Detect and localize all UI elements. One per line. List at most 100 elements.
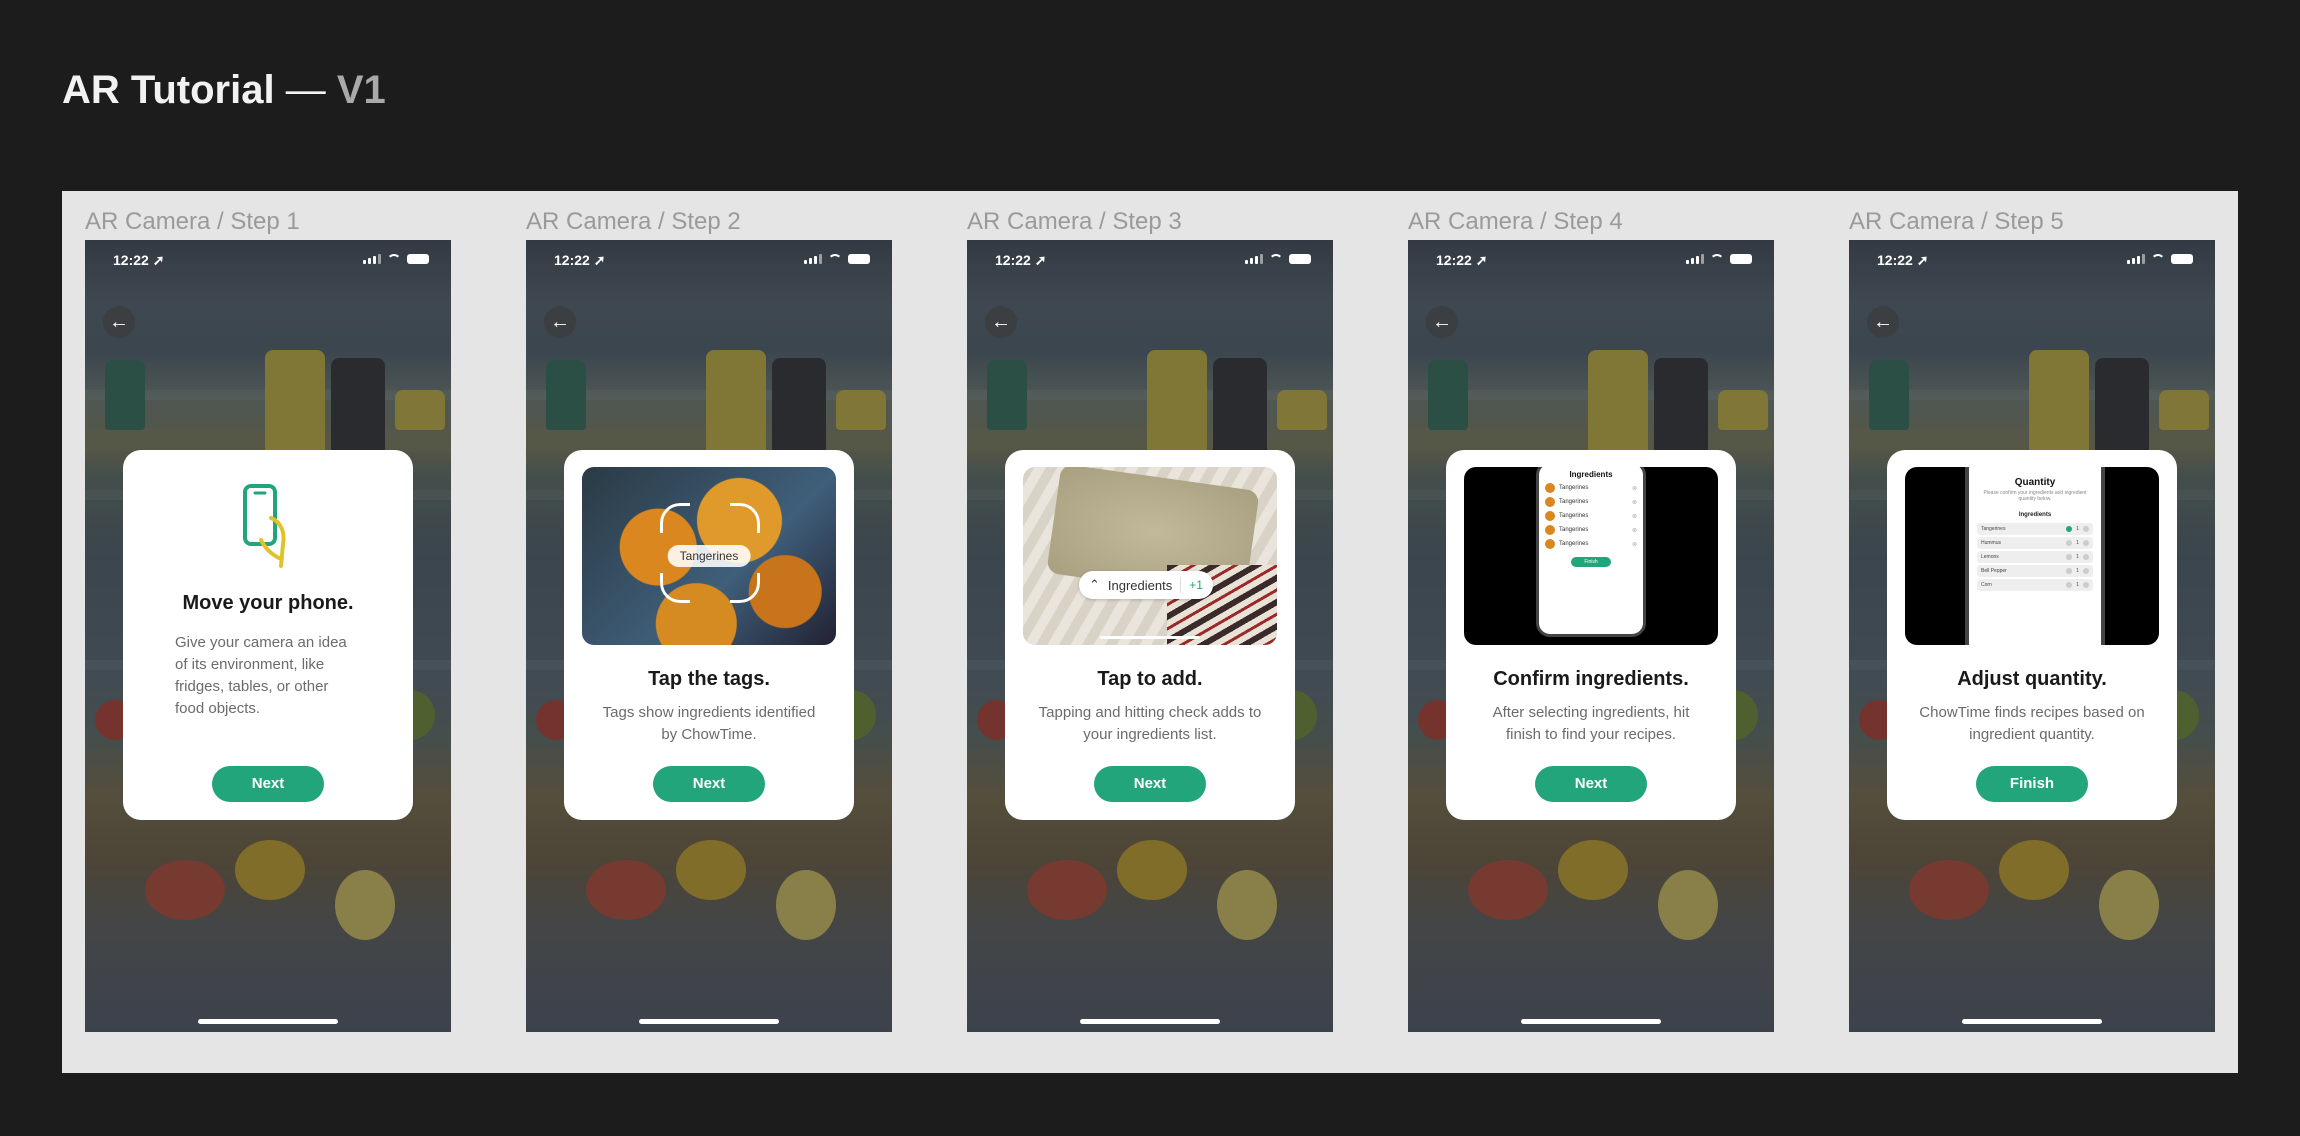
- mini-list-item: Lemons 1: [1977, 551, 2093, 563]
- back-button[interactable]: ←: [985, 306, 1017, 338]
- mini-list-item: Hummus 1: [1977, 537, 2093, 549]
- phone-screen: 12:22 ➚ ← Tangerines Tap the tags. Tags …: [526, 240, 892, 1032]
- mini-section: Ingredients: [2018, 512, 2052, 518]
- card-body: Tapping and hitting check adds to your i…: [1038, 704, 1262, 743]
- status-time: 12:22 ➚: [113, 252, 165, 268]
- page-title-text: AR Tutorial: [62, 68, 275, 112]
- confirm-preview: Ingredients Tangerines ⊗ Tangerines ⊗ Tangeri…: [1464, 467, 1718, 645]
- signal-icon: [363, 254, 381, 264]
- next-button[interactable]: Next: [653, 766, 765, 802]
- home-indicator: [1080, 1019, 1220, 1024]
- page-title-dash: —: [285, 68, 326, 112]
- mini-list-item: Tangerines ⊗: [1539, 523, 1643, 537]
- pill-count: +1: [1189, 578, 1203, 592]
- ingredients-pill[interactable]: ⌃ Ingredients +1: [1079, 571, 1213, 599]
- card-body: After selecting ingredients, hit finish …: [1492, 704, 1690, 743]
- frame-label[interactable]: AR Camera / Step 1: [85, 208, 300, 236]
- ingredients-image: ⌃ Ingredients +1: [1023, 467, 1277, 645]
- phone-screen: 12:22 ➚ ← ⌃ Ingredients +1 Tap to add. Tap…: [967, 240, 1333, 1032]
- back-button[interactable]: ←: [1867, 306, 1899, 338]
- home-indicator: [1962, 1019, 2102, 1024]
- back-button[interactable]: ←: [544, 306, 576, 338]
- battery-icon: [848, 254, 870, 264]
- frame-label[interactable]: AR Camera / Step 3: [967, 208, 1182, 236]
- wifi-icon: [1269, 254, 1283, 264]
- artboard: AR Camera / Step 1 12:22 ➚ ← Move your p…: [62, 191, 2238, 1073]
- tutorial-card: Ingredients Tangerines ⊗ Tangerines ⊗ Tangeri…: [1446, 450, 1736, 820]
- card-body: Tags show ingredients identified by Chow…: [602, 704, 816, 743]
- tutorial-card: ⌃ Ingredients +1 Tap to add. Tapping and h…: [1005, 450, 1295, 820]
- mini-title: Quantity: [2014, 477, 2056, 488]
- mini-list-item: Tangerines ⊗: [1539, 537, 1643, 551]
- wifi-icon: [387, 254, 401, 264]
- page-title: AR Tutorial — V1: [62, 68, 386, 113]
- page-title-version: V1: [336, 68, 386, 112]
- hand-phone-icon: [243, 484, 286, 568]
- finish-button[interactable]: Finish: [1976, 766, 2088, 802]
- card-title: Tap to add.: [1097, 668, 1203, 690]
- status-time: 12:22 ➚: [554, 252, 606, 268]
- status-time: 12:22 ➚: [1877, 252, 1929, 268]
- mini-list-item: Bell Pepper 1: [1977, 565, 2093, 577]
- phone-screen: 12:22 ➚ ← Ingredients Tangerines ⊗ Tangerin…: [1408, 240, 1774, 1032]
- status-bar: 12:22 ➚: [1849, 252, 2215, 272]
- status-bar: 12:22 ➚: [1408, 252, 1774, 272]
- quantity-preview: Quantity Please confirm your ingredients …: [1905, 467, 2159, 645]
- battery-icon: [407, 254, 429, 264]
- card-title: Confirm ingredients.: [1493, 668, 1689, 690]
- next-button[interactable]: Next: [1094, 766, 1206, 802]
- tutorial-card: Move your phone. Give your camera an ide…: [123, 450, 413, 820]
- status-bar: 12:22 ➚: [526, 252, 892, 272]
- arrow-left-icon: ←: [1873, 311, 1893, 333]
- arrow-left-icon: ←: [109, 311, 129, 333]
- mini-finish-button: Finish: [1571, 557, 1611, 567]
- status-bar: 12:22 ➚: [85, 252, 451, 272]
- mini-title: Ingredients: [1569, 470, 1613, 479]
- battery-icon: [1730, 254, 1752, 264]
- back-button[interactable]: ←: [1426, 306, 1458, 338]
- mini-list-item: Tangerines 1: [1977, 523, 2093, 535]
- tangerines-image: Tangerines: [582, 467, 836, 645]
- frame-label[interactable]: AR Camera / Step 5: [1849, 208, 2064, 236]
- mini-list-item: Tangerines ⊗: [1539, 495, 1643, 509]
- status-time: 12:22 ➚: [1436, 252, 1488, 268]
- card-title: Tap the tags.: [648, 668, 770, 690]
- next-button[interactable]: Next: [212, 766, 324, 802]
- next-button[interactable]: Next: [1535, 766, 1647, 802]
- battery-icon: [2171, 254, 2193, 264]
- arrow-left-icon: ←: [550, 311, 570, 333]
- wifi-icon: [2151, 254, 2165, 264]
- mini-list-item: Tangerines ⊗: [1539, 509, 1643, 523]
- home-indicator: [1521, 1019, 1661, 1024]
- frame-label[interactable]: AR Camera / Step 2: [526, 208, 741, 236]
- card-title: Adjust quantity.: [1957, 668, 2107, 690]
- wifi-icon: [1710, 254, 1724, 264]
- phone-screen: 12:22 ➚ ← Quantity Please confirm your in…: [1849, 240, 2215, 1032]
- pill-label: Ingredients: [1107, 577, 1173, 593]
- back-button[interactable]: ←: [103, 306, 135, 338]
- tutorial-card: Quantity Please confirm your ingredients …: [1887, 450, 2177, 820]
- frame-label[interactable]: AR Camera / Step 4: [1408, 208, 1623, 236]
- signal-icon: [2127, 254, 2145, 264]
- home-indicator: [198, 1019, 338, 1024]
- phone-screen: 12:22 ➚ ← Move your phone. Give your cam…: [85, 240, 451, 1032]
- mini-list-item: Corn 1: [1977, 579, 2093, 591]
- signal-icon: [1686, 254, 1704, 264]
- mini-subtitle: Please confirm your ingredients and ingr…: [1983, 490, 2087, 502]
- tutorial-card: Tangerines Tap the tags. Tags show ingre…: [564, 450, 854, 820]
- card-body: ChowTime finds recipes based on ingredie…: [1919, 704, 2145, 743]
- status-bar: 12:22 ➚: [967, 252, 1333, 272]
- home-indicator: [639, 1019, 779, 1024]
- arrow-left-icon: ←: [1432, 311, 1452, 333]
- signal-icon: [1245, 254, 1263, 264]
- mini-list-item: Tangerines ⊗: [1539, 481, 1643, 495]
- status-time: 12:22 ➚: [995, 252, 1047, 268]
- signal-icon: [804, 254, 822, 264]
- card-body: Give your camera an idea of its environm…: [175, 634, 347, 717]
- wifi-icon: [828, 254, 842, 264]
- battery-icon: [1289, 254, 1311, 264]
- ingredient-tag[interactable]: Tangerines: [667, 545, 751, 567]
- card-title: Move your phone.: [182, 592, 354, 614]
- arrow-left-icon: ←: [991, 311, 1011, 333]
- chevron-up-icon: ⌃: [1089, 577, 1100, 592]
